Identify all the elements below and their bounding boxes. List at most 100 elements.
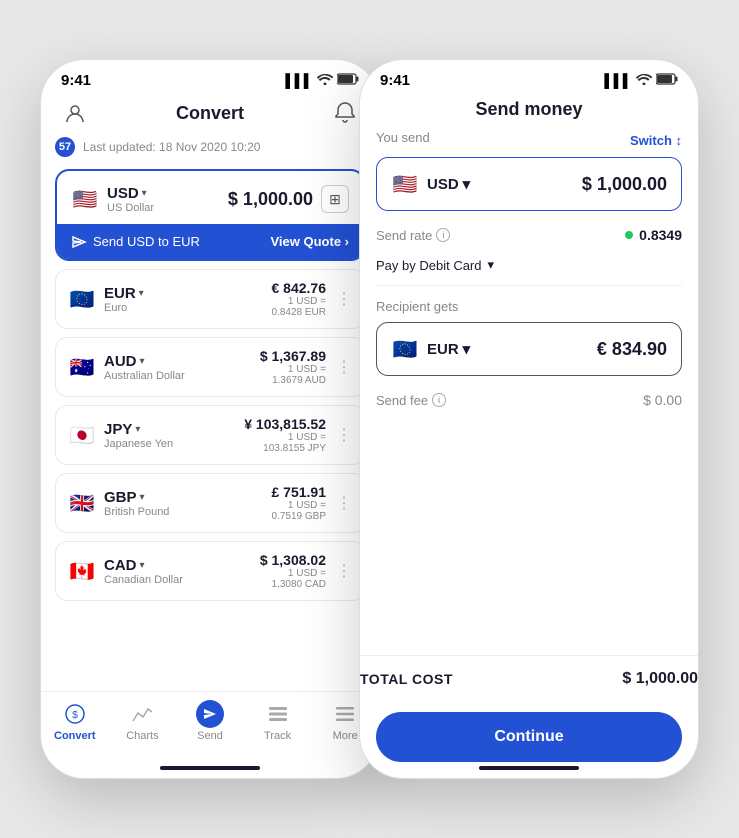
- phones-container: 9:41 ▌▌▌ Convert: [20, 20, 719, 818]
- jpy-rate: 1 USD =103.8155 JPY: [244, 432, 326, 454]
- continue-button[interactable]: Continue: [376, 712, 682, 762]
- send-screen: You send Switch ↕ 🇺🇸 USD ▾ $ 1,000.00: [360, 130, 698, 655]
- usd-chevron: ▾: [142, 188, 147, 199]
- you-send-select[interactable]: USD ▾: [427, 175, 470, 193]
- switch-button[interactable]: Switch ↕: [630, 133, 682, 148]
- recipient-gets-box[interactable]: 🇪🇺 EUR ▾ € 834.90: [376, 322, 682, 376]
- eur-amount: € 842.76: [272, 280, 327, 296]
- tab-label-more: More: [333, 730, 358, 742]
- jpy-flag: 🇯🇵: [68, 421, 96, 449]
- cad-rate: 1 USD =1.3080 CAD: [260, 568, 326, 590]
- update-text: Last updated: 18 Nov 2020 10:20: [83, 140, 260, 154]
- cad-flag: 🇨🇦: [68, 557, 96, 585]
- eur-amount-col: € 842.76 1 USD =0.8428 EUR: [272, 280, 327, 318]
- jpy-code: JPY: [104, 421, 132, 438]
- pay-method-chevron: ▾: [488, 257, 495, 273]
- eur-left: 🇪🇺 EUR ▾ Euro: [68, 285, 144, 314]
- eur-right: € 842.76 1 USD =0.8428 EUR ⋮: [272, 280, 353, 318]
- usd-flag: 🇺🇸: [71, 186, 99, 214]
- gbp-code: GBP: [104, 489, 137, 506]
- usd-name: US Dollar: [107, 202, 154, 214]
- bell-icon[interactable]: [331, 99, 359, 127]
- tab-charts[interactable]: Charts: [109, 700, 177, 742]
- main-amount-area: $ 1,000.00 ⊞: [228, 185, 349, 213]
- you-send-label: You send: [376, 130, 430, 145]
- eur-name: Euro: [104, 302, 144, 314]
- signal-icon: ▌▌▌: [285, 73, 313, 88]
- tab-send[interactable]: Send: [176, 700, 244, 742]
- aud-code: AUD: [104, 353, 137, 370]
- fee-info-icon[interactable]: i: [432, 393, 446, 407]
- pay-method-label: Pay by Debit Card: [376, 258, 482, 273]
- svg-text:$: $: [72, 710, 78, 721]
- fee-row: Send fee i $ 0.00: [376, 388, 682, 412]
- calculator-icon[interactable]: ⊞: [321, 185, 349, 213]
- recipient-gets-header: Recipient gets: [376, 298, 682, 316]
- gbp-rate: 1 USD =0.7519 GBP: [272, 500, 327, 522]
- page-title-right: Send money: [475, 99, 582, 120]
- you-send-amount: $ 1,000.00: [582, 174, 667, 195]
- wifi-icon: [317, 73, 333, 88]
- status-bar-right: 9:41 ▌▌▌: [360, 60, 698, 95]
- aud-amount: $ 1,367.89: [260, 348, 326, 364]
- you-send-currency: 🇺🇸 USD ▾: [391, 170, 470, 198]
- eur-info: EUR ▾ Euro: [104, 285, 144, 314]
- aud-info: AUD ▾ Australian Dollar: [104, 353, 185, 382]
- rate-info-icon[interactable]: i: [436, 228, 450, 242]
- recipient-select[interactable]: EUR ▾: [427, 340, 470, 358]
- convert-tab-icon: $: [61, 700, 89, 728]
- gbp-name: British Pound: [104, 506, 169, 518]
- time-left: 9:41: [61, 72, 91, 89]
- currency-item-cad[interactable]: 🇨🇦 CAD ▾ Canadian Dollar $ 1,308.02: [55, 541, 365, 601]
- gbp-dots[interactable]: ⋮: [336, 493, 352, 513]
- tab-convert[interactable]: $ Convert: [41, 700, 109, 742]
- send-bar-left: Send USD to EUR: [71, 234, 200, 249]
- you-send-flag: 🇺🇸: [391, 170, 419, 198]
- aud-left: 🇦🇺 AUD ▾ Australian Dollar: [68, 353, 185, 382]
- recipient-amount: € 834.90: [597, 339, 667, 360]
- aud-dots[interactable]: ⋮: [336, 357, 352, 377]
- you-send-box[interactable]: 🇺🇸 USD ▾ $ 1,000.00: [376, 157, 682, 211]
- recipient-label: Recipient gets: [376, 299, 458, 314]
- continue-btn-area: Continue: [360, 702, 698, 762]
- currency-item-eur[interactable]: 🇪🇺 EUR ▾ Euro € 842.76 1 USD =0.8: [55, 269, 365, 329]
- eur-flag: 🇪🇺: [68, 285, 96, 313]
- app-header-right: Send money: [360, 95, 698, 130]
- usd-code: USD: [107, 185, 139, 202]
- eur-dots[interactable]: ⋮: [336, 289, 352, 309]
- pay-method-row[interactable]: Pay by Debit Card ▾: [376, 251, 682, 286]
- gbp-flag: 🇬🇧: [68, 489, 96, 517]
- currency-item-gbp[interactable]: 🇬🇧 GBP ▾ British Pound £ 751.91 1: [55, 473, 365, 533]
- screen-content-left: 57 Last updated: 18 Nov 2020 10:20 🇺🇸 US…: [41, 137, 379, 691]
- phone-right: 9:41 ▌▌▌ Send money You send: [359, 59, 699, 779]
- home-indicator-left: [160, 766, 260, 770]
- usd-info: USD ▾ US Dollar: [107, 185, 154, 214]
- total-label: TOTAL COST: [360, 671, 453, 687]
- eur-code: EUR: [104, 285, 136, 302]
- update-badge: 57: [55, 137, 75, 157]
- jpy-info: JPY ▾ Japanese Yen: [104, 421, 173, 450]
- jpy-dots[interactable]: ⋮: [336, 425, 352, 445]
- tab-track[interactable]: Track: [244, 700, 312, 742]
- eur-rate: 1 USD =0.8428 EUR: [272, 296, 327, 318]
- cad-dots[interactable]: ⋮: [336, 561, 352, 581]
- profile-icon[interactable]: [61, 99, 89, 127]
- aud-flag: 🇦🇺: [68, 353, 96, 381]
- currency-item-jpy[interactable]: 🇯🇵 JPY ▾ Japanese Yen ¥ 103,815.52: [55, 405, 365, 465]
- cad-left: 🇨🇦 CAD ▾ Canadian Dollar: [68, 557, 183, 586]
- send-bar[interactable]: Send USD to EUR View Quote ›: [57, 224, 363, 259]
- currency-item-aud[interactable]: 🇦🇺 AUD ▾ Australian Dollar $ 1,367.89: [55, 337, 365, 397]
- view-quote-btn[interactable]: View Quote ›: [271, 234, 350, 249]
- gbp-right: £ 751.91 1 USD =0.7519 GBP ⋮: [272, 484, 353, 522]
- cad-amount-col: $ 1,308.02 1 USD =1.3080 CAD: [260, 552, 326, 590]
- send-bar-label: Send USD to EUR: [93, 234, 200, 249]
- gbp-amount-col: £ 751.91 1 USD =0.7519 GBP: [272, 484, 327, 522]
- aud-rate: 1 USD =1.3679 AUD: [260, 364, 326, 386]
- main-currency-left[interactable]: 🇺🇸 USD ▾ US Dollar: [71, 185, 154, 214]
- wifi-icon-r: [636, 73, 652, 88]
- send-fee-label: Send fee i: [376, 392, 446, 408]
- charts-tab-icon: [128, 700, 156, 728]
- track-tab-icon: [264, 700, 292, 728]
- signal-icon-r: ▌▌▌: [604, 73, 632, 88]
- update-bar: 57 Last updated: 18 Nov 2020 10:20: [55, 137, 365, 157]
